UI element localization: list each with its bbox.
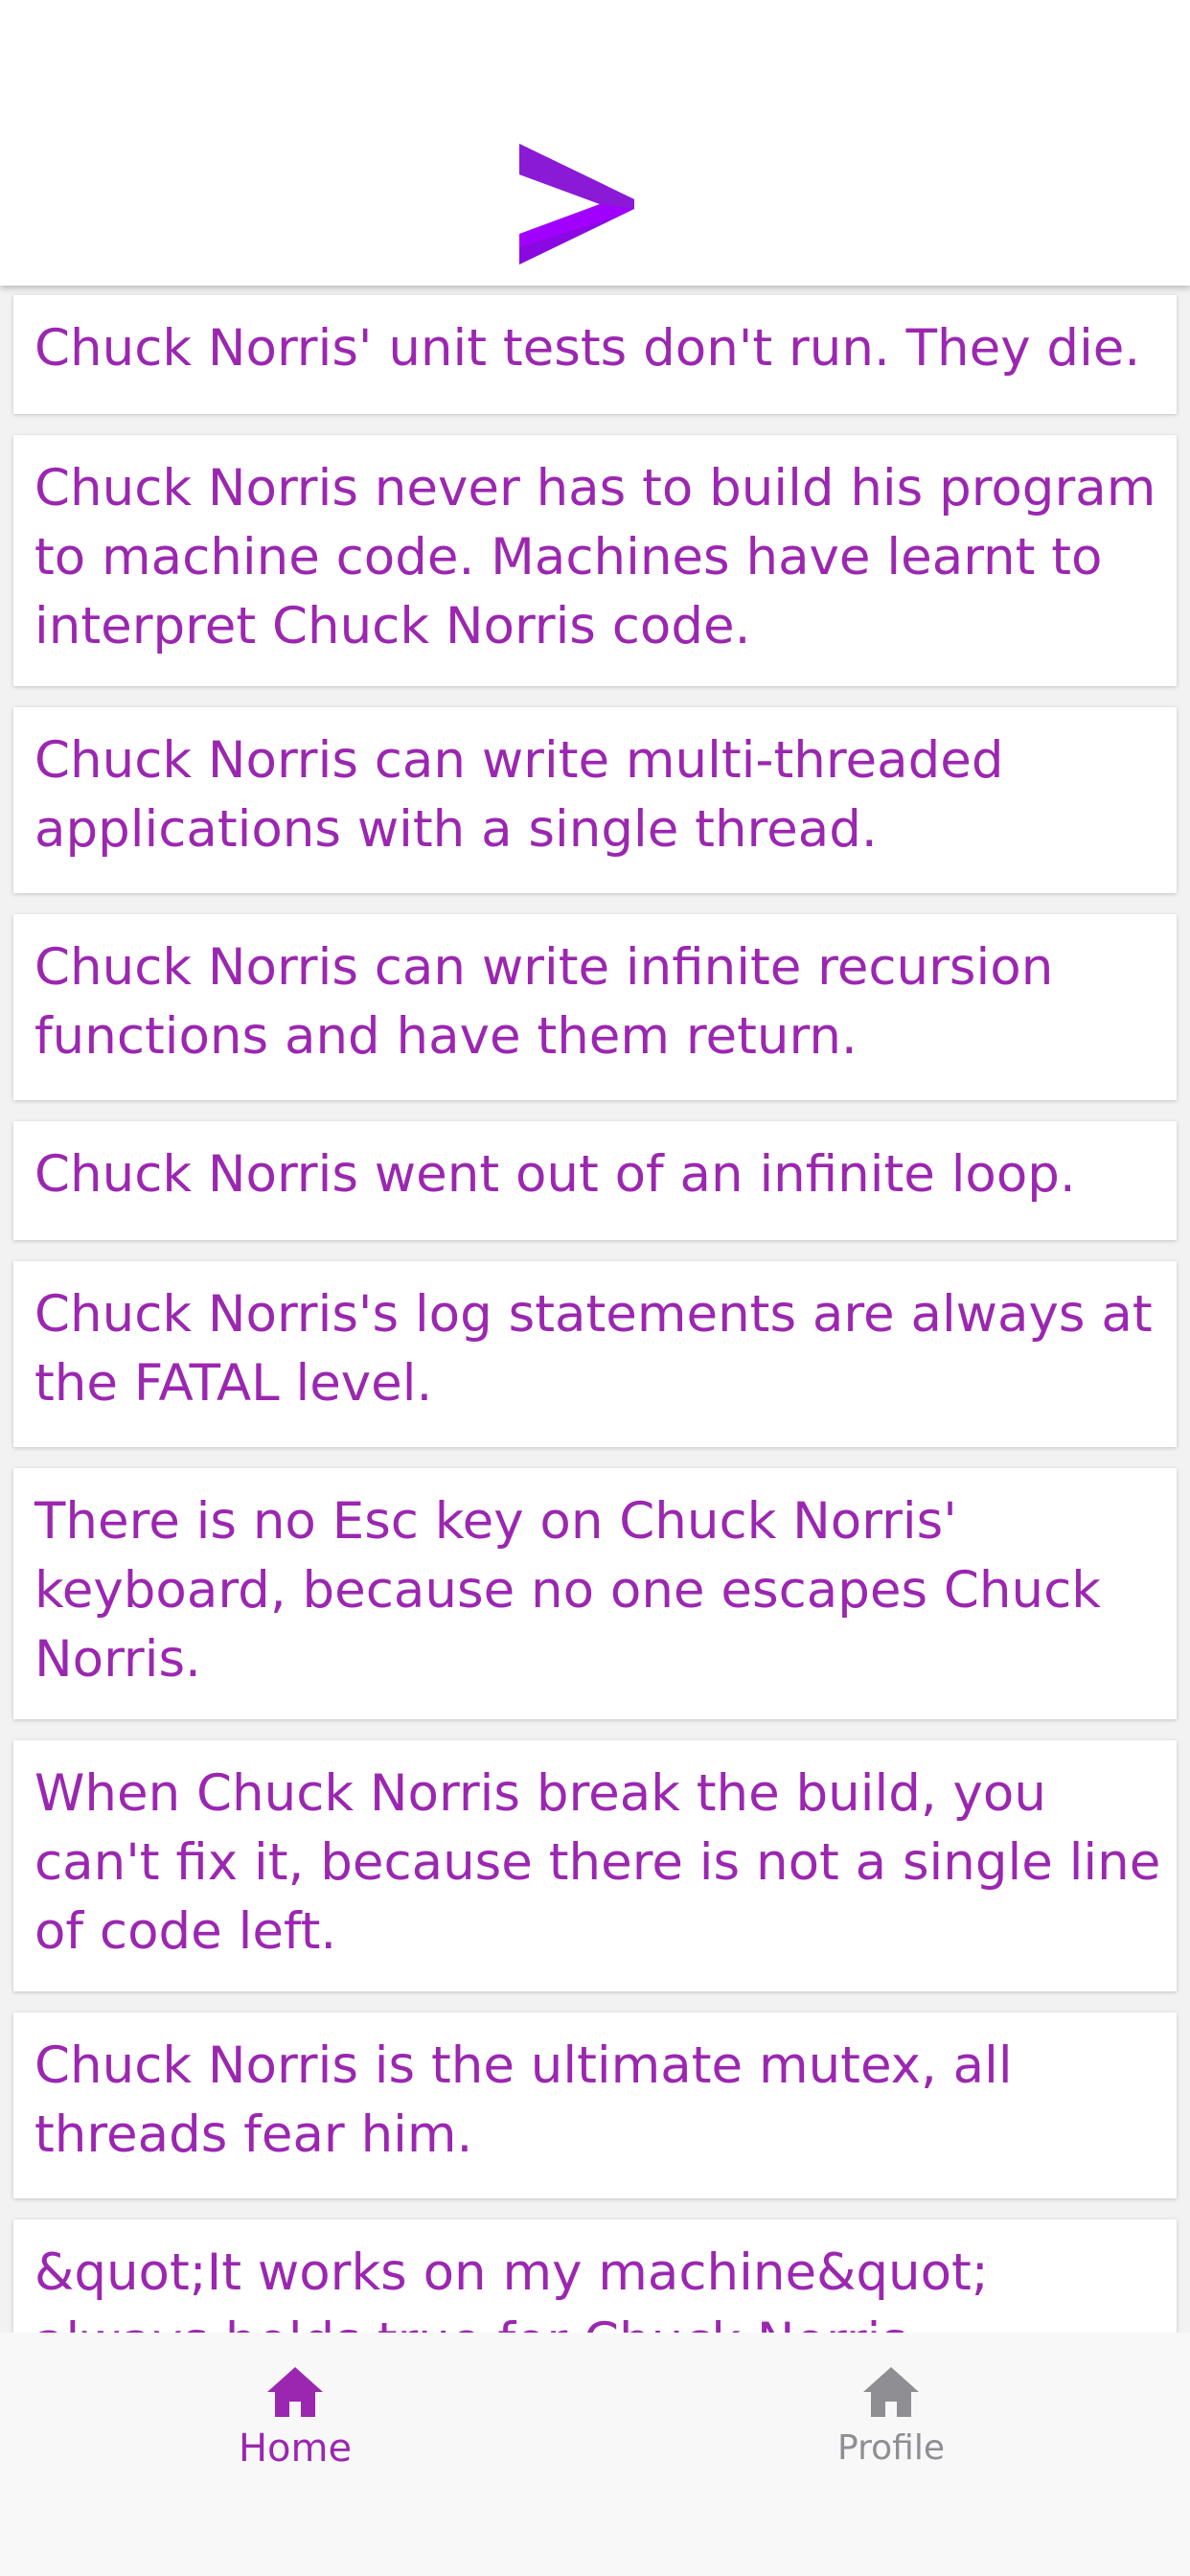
joke-list[interactable]: Chuck Norris' unit tests don't run. They…	[0, 286, 1190, 2333]
joke-card[interactable]: &quot;It works on my machine&quot; alway…	[13, 2220, 1177, 2333]
joke-text: Chuck Norris can write multi-threaded ap…	[34, 731, 1004, 859]
accenture-logo-icon	[519, 144, 634, 264]
joke-text: Chuck Norris never has to build his prog…	[34, 459, 1156, 656]
home-icon	[863, 2367, 919, 2417]
tab-home[interactable]: Home	[151, 2365, 439, 2490]
tab-home-label: Home	[238, 2426, 353, 2471]
tab-profile-label: Profile	[837, 2428, 945, 2468]
joke-card[interactable]: Chuck Norris is the ultimate mutex, all …	[13, 2012, 1177, 2198]
joke-text: Chuck Norris can write infinite recursio…	[34, 938, 1054, 1066]
joke-card[interactable]: Chuck Norris went out of an infinite loo…	[13, 1121, 1177, 1240]
joke-card[interactable]: Chuck Norris can write multi-threaded ap…	[13, 707, 1177, 893]
app-header	[0, 0, 1190, 286]
joke-card[interactable]: Chuck Norris can write infinite recursio…	[13, 914, 1177, 1100]
joke-card[interactable]: Chuck Norris's log statements are always…	[13, 1261, 1177, 1447]
joke-text: Chuck Norris is the ultimate mutex, all …	[34, 2036, 1013, 2164]
joke-card[interactable]: Chuck Norris never has to build his prog…	[13, 435, 1177, 686]
joke-card[interactable]: When Chuck Norris break the build, you c…	[13, 1740, 1177, 1991]
joke-text: When Chuck Norris break the build, you c…	[34, 1764, 1161, 1961]
joke-text: Chuck Norris's log statements are always…	[34, 1285, 1153, 1413]
home-icon	[267, 2367, 323, 2417]
joke-card[interactable]: There is no Esc key on Chuck Norris' key…	[13, 1468, 1177, 1719]
bottom-tab-bar: Home Profile	[0, 2333, 1190, 2576]
joke-text: &quot;It works on my machine&quot; alway…	[34, 2243, 989, 2333]
joke-text: Chuck Norris went out of an infinite loo…	[34, 1145, 1076, 1204]
joke-text: Chuck Norris' unit tests don't run. They…	[34, 319, 1141, 378]
tab-profile[interactable]: Profile	[747, 2365, 1035, 2490]
joke-text: There is no Esc key on Chuck Norris' key…	[34, 1492, 1101, 1689]
joke-card[interactable]: Chuck Norris' unit tests don't run. They…	[13, 295, 1177, 414]
